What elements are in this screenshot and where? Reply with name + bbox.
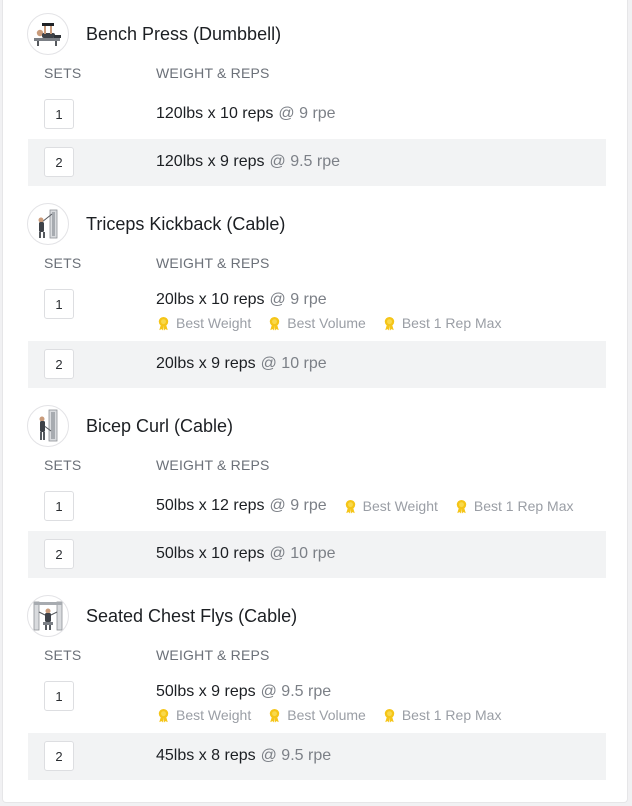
exercise-title[interactable]: Seated Chest Flys (Cable) [86,606,297,627]
weight-reps-value: 45lbs x 8 reps [156,747,256,764]
set-number: 2 [44,539,74,569]
pr-badges: Best Weight Best Volume Best 1 Rep Max [156,707,517,723]
cable-machine-icon [27,203,69,245]
pr-label: Best Weight [362,498,438,514]
weight-reps-value: 120lbs x 9 reps [156,153,265,170]
workout-card: Bench Press (Dumbbell) SETS WEIGHT & REP… [2,0,628,803]
rpe-value: @ 9 rpe [269,497,327,514]
set-row: 2 45lbs x 8 reps @ 9.5 rpe [28,733,606,780]
weight-reps-value: 50lbs x 12 reps [156,497,265,514]
rpe-value: @ 10 rpe [269,545,336,562]
pr-label: Best Volume [287,707,366,723]
pr-label: Best Weight [176,707,252,723]
weight-reps-value: 20lbs x 10 reps [156,291,265,308]
set-number: 1 [44,99,74,129]
set-value: 45lbs x 8 reps @ 9.5 rpe [156,747,331,765]
medal-icon [158,316,169,331]
weight-reps-value: 20lbs x 9 reps [156,355,256,372]
set-number: 1 [44,681,74,711]
pr-label: Best 1 Rep Max [401,315,502,331]
set-row: 2 20lbs x 9 reps @ 10 rpe [28,341,606,388]
rpe-value: @ 9 rpe [278,105,336,122]
pr-badge: Best Weight [343,498,438,514]
rpe-value: @ 9.5 rpe [260,683,332,700]
sets-column-header: SETS [44,255,82,271]
set-value: 20lbs x 10 reps @ 9 rpe [156,291,327,309]
exercise-title[interactable]: Bicep Curl (Cable) [86,416,233,437]
sets-column-header: SETS [44,65,82,81]
rpe-value: @ 9.5 rpe [260,747,332,764]
weight-reps-value: 50lbs x 10 reps [156,545,265,562]
cable-crossover-icon [27,595,69,637]
weight-reps-column-header: WEIGHT & REPS [156,65,270,81]
rpe-value: @ 9.5 rpe [269,153,341,170]
set-row: 2 50lbs x 10 reps @ 10 rpe [28,531,606,578]
set-number: 1 [44,289,74,319]
pr-label: Best Volume [287,315,366,331]
pr-badge: Best 1 Rep Max [382,315,502,331]
pr-label: Best 1 Rep Max [401,707,502,723]
weight-reps-column-header: WEIGHT & REPS [156,457,270,473]
pr-badges: Best Weight Best 1 Rep Max [343,498,574,514]
pr-label: Best Weight [176,315,252,331]
exercise-header[interactable]: Triceps Kickback (Cable) [27,203,285,245]
pr-badge: Best 1 Rep Max [382,707,502,723]
set-value: 120lbs x 9 reps @ 9.5 rpe [156,153,340,171]
medal-icon [384,708,395,723]
set-value: 50lbs x 9 reps @ 9.5 rpe [156,683,331,701]
medal-icon [158,708,169,723]
exercise-title[interactable]: Bench Press (Dumbbell) [86,24,281,45]
pr-badge: Best Volume [267,707,366,723]
set-row: 1 50lbs x 12 reps @ 9 rpe Best Weight Be… [28,485,606,529]
exercise-header[interactable]: Bicep Curl (Cable) [27,405,233,447]
bench-press-figure-icon [27,13,69,55]
set-row: 1 50lbs x 9 reps @ 9.5 rpe Best Weight B… [28,675,606,729]
set-row: 1 20lbs x 10 reps @ 9 rpe Best Weight Be… [28,283,606,337]
pr-badge: Best Weight [156,315,251,331]
medal-icon [384,316,395,331]
set-number: 2 [44,741,74,771]
set-row: 1 120lbs x 10 reps @ 9 rpe [28,93,606,137]
sets-column-header: SETS [44,647,82,663]
rpe-value: @ 9 rpe [269,291,327,308]
pr-badges: Best Weight Best Volume Best 1 Rep Max [156,315,517,331]
set-value: 120lbs x 10 reps @ 9 rpe [156,105,336,123]
medal-icon [345,499,355,514]
exercise-header[interactable]: Bench Press (Dumbbell) [27,13,281,55]
set-value: 50lbs x 10 reps @ 10 rpe [156,545,336,563]
set-number: 2 [44,147,74,177]
medal-icon [270,708,280,723]
weight-reps-value: 50lbs x 9 reps [156,683,256,700]
set-row: 2 120lbs x 9 reps @ 9.5 rpe [28,139,606,186]
weight-reps-value: 120lbs x 10 reps [156,105,274,122]
rpe-value: @ 10 rpe [260,355,327,372]
weight-reps-column-header: WEIGHT & REPS [156,647,270,663]
pr-badge: Best Weight [156,707,251,723]
weight-reps-column-header: WEIGHT & REPS [156,255,270,271]
set-value: 20lbs x 9 reps @ 10 rpe [156,355,327,373]
set-value: 50lbs x 12 reps @ 9 rpe Best Weight Best… [156,497,574,515]
set-number: 1 [44,491,74,521]
set-number: 2 [44,349,74,379]
sets-column-header: SETS [44,457,82,473]
pr-badge: Best 1 Rep Max [454,498,574,514]
exercise-title[interactable]: Triceps Kickback (Cable) [86,214,285,235]
pr-badge: Best Volume [267,315,366,331]
medal-icon [456,499,467,514]
pr-label: Best 1 Rep Max [473,498,574,514]
exercise-header[interactable]: Seated Chest Flys (Cable) [27,595,297,637]
medal-icon [270,316,280,331]
cable-machine-icon [27,405,69,447]
